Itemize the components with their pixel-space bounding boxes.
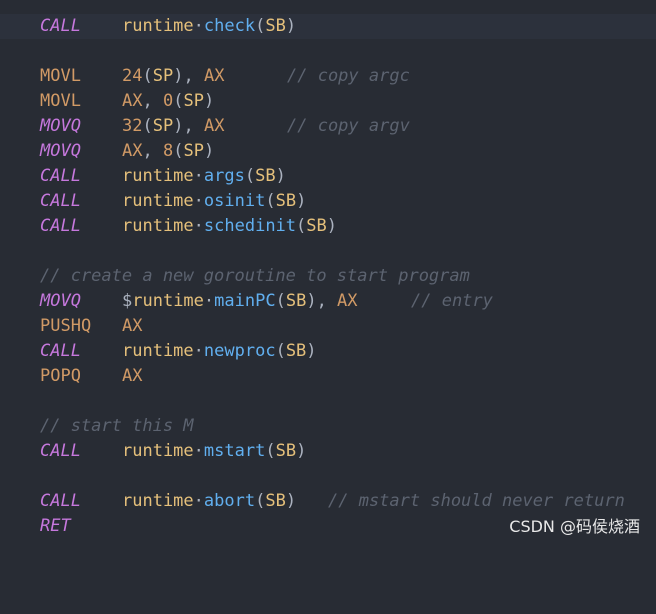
instruction: CALL <box>40 164 81 189</box>
code-line: MOVQ 32(SP), AX // copy argv <box>0 114 656 139</box>
code-line: CALL runtime·mstart(SB) <box>0 439 656 464</box>
operands: 24(SP), AX <box>122 64 224 89</box>
code-line: PUSHQ AX <box>0 314 656 339</box>
code-block: CALL runtime·check(SB) MOVL 24(SP), AX /… <box>0 14 656 539</box>
code-line: CALL runtime·abort(SB) // mstart should … <box>0 489 656 514</box>
code-line: CALL runtime·args(SB) <box>0 164 656 189</box>
operands: runtime·newproc(SB) <box>122 339 317 364</box>
instruction: MOVQ <box>40 139 81 164</box>
instruction: CALL <box>40 489 81 514</box>
function-name: mstart <box>204 441 265 461</box>
code-line: MOVL AX, 0(SP) <box>0 89 656 114</box>
code-line: CALL runtime·osinit(SB) <box>0 189 656 214</box>
instruction: MOVL <box>40 89 81 114</box>
instruction: CALL <box>40 189 81 214</box>
operands: runtime·osinit(SB) <box>122 189 306 214</box>
instruction: POPQ <box>40 364 81 389</box>
instruction: CALL <box>40 214 81 239</box>
operands: AX, 8(SP) <box>122 139 214 164</box>
operands: AX, 0(SP) <box>122 89 214 114</box>
operands: runtime·abort(SB) <box>122 489 296 514</box>
blank-line <box>0 39 656 64</box>
function-name: newproc <box>204 341 276 361</box>
operands: AX <box>122 364 142 389</box>
comment: // copy argc <box>287 64 410 89</box>
code-line: // create a new goroutine to start progr… <box>0 264 656 289</box>
instruction: CALL <box>40 14 81 39</box>
code-line: MOVL 24(SP), AX // copy argc <box>0 64 656 89</box>
comment: // mstart should never return <box>328 489 625 514</box>
operands: runtime·mstart(SB) <box>122 439 306 464</box>
code-line: MOVQ $runtime·mainPC(SB), AX // entry <box>0 289 656 314</box>
function-name: abort <box>204 491 255 511</box>
instruction: MOVL <box>40 64 81 89</box>
blank-line <box>0 464 656 489</box>
function-name: schedinit <box>204 216 296 236</box>
blank-line <box>0 389 656 414</box>
code-line: // start this M <box>0 414 656 439</box>
code-line: CALL runtime·newproc(SB) <box>0 339 656 364</box>
operands: runtime·schedinit(SB) <box>122 214 337 239</box>
instruction: PUSHQ <box>40 314 91 339</box>
function-name: osinit <box>204 191 265 211</box>
code-line: CALL runtime·check(SB) <box>0 14 656 39</box>
instruction: CALL <box>40 439 81 464</box>
comment: // create a new goroutine to start progr… <box>40 264 470 289</box>
code-line: CALL runtime·schedinit(SB) <box>0 214 656 239</box>
operands: 32(SP), AX <box>122 114 224 139</box>
function-name: args <box>204 166 245 186</box>
code-line: POPQ AX <box>0 364 656 389</box>
comment: // copy argv <box>287 114 410 139</box>
operands: $runtime·mainPC(SB), AX <box>122 289 358 314</box>
instruction: MOVQ <box>40 114 81 139</box>
function-name: check <box>204 16 255 36</box>
instruction: MOVQ <box>40 289 81 314</box>
separator: · <box>194 16 204 36</box>
code-line: MOVQ AX, 8(SP) <box>0 139 656 164</box>
comment: // entry <box>411 289 493 314</box>
watermark: CSDN @码侯烧酒 <box>509 517 640 537</box>
blank-line <box>0 239 656 264</box>
instruction: CALL <box>40 339 81 364</box>
operands: runtime·args(SB) <box>122 164 286 189</box>
operands: runtime·check(SB) <box>122 14 296 39</box>
register: SB <box>265 16 285 36</box>
comment: // start this M <box>40 414 194 439</box>
namespace: runtime <box>122 16 194 36</box>
instruction: RET <box>40 514 71 539</box>
operands: AX <box>122 314 142 339</box>
